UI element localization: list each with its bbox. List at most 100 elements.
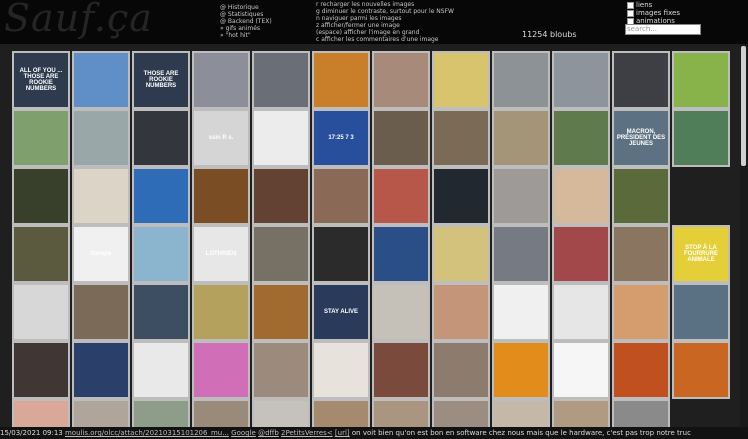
image-thumbnail[interactable] xyxy=(552,51,610,109)
nav-link-statistiques[interactable]: @ Statistiques xyxy=(220,11,272,18)
image-thumbnail[interactable]: 17:25 7 3 xyxy=(312,109,370,167)
image-thumbnail[interactable] xyxy=(252,109,310,167)
image-thumbnail[interactable] xyxy=(372,341,430,399)
image-thumbnail[interactable] xyxy=(132,283,190,341)
user-link-2petitsverres[interactable]: 2PetitsVerres< xyxy=(281,429,333,437)
image-thumbnail[interactable] xyxy=(132,109,190,167)
scrollbar-thumb[interactable] xyxy=(741,46,746,166)
image-thumbnail[interactable] xyxy=(72,51,130,109)
image-thumbnail[interactable] xyxy=(492,225,550,283)
attachment-link[interactable]: moulis.org/olcc/attach/20210315101206_mu… xyxy=(65,429,229,437)
image-thumbnail[interactable]: ALL OF YOU ... THOSE ARE ROOKIE NUMBERS xyxy=(12,51,70,109)
image-thumbnail[interactable] xyxy=(132,225,190,283)
image-thumbnail[interactable] xyxy=(192,167,250,225)
image-thumbnail[interactable] xyxy=(372,399,430,427)
image-thumbnail[interactable] xyxy=(672,341,730,399)
image-thumbnail[interactable] xyxy=(252,399,310,427)
image-thumbnail[interactable] xyxy=(372,51,430,109)
image-thumbnail[interactable] xyxy=(12,109,70,167)
image-thumbnail[interactable] xyxy=(72,109,130,167)
google-link[interactable]: Google xyxy=(231,429,256,437)
image-thumbnail[interactable] xyxy=(372,283,430,341)
image-thumbnail[interactable] xyxy=(132,341,190,399)
scrollbar[interactable] xyxy=(740,44,748,427)
image-thumbnail[interactable] xyxy=(492,109,550,167)
image-thumbnail[interactable] xyxy=(492,51,550,109)
site-logo[interactable]: Sauf.ça xyxy=(4,0,153,40)
search-input[interactable]: search... xyxy=(625,24,701,35)
image-thumbnail[interactable] xyxy=(192,283,250,341)
image-thumbnail[interactable] xyxy=(492,167,550,225)
option-images-fixes[interactable]: images fixes xyxy=(627,9,680,17)
image-thumbnail[interactable] xyxy=(552,225,610,283)
image-thumbnail[interactable] xyxy=(552,283,610,341)
image-thumbnail[interactable] xyxy=(312,51,370,109)
nav-link-gifs[interactable]: » gifs animés xyxy=(220,25,272,32)
image-thumbnail[interactable] xyxy=(432,399,490,427)
image-thumbnail[interactable] xyxy=(432,109,490,167)
image-thumbnail[interactable] xyxy=(672,283,730,341)
image-thumbnail[interactable] xyxy=(552,341,610,399)
image-thumbnail[interactable] xyxy=(612,341,670,399)
image-thumbnail[interactable] xyxy=(432,341,490,399)
image-thumbnail[interactable] xyxy=(612,283,670,341)
image-thumbnail[interactable] xyxy=(132,399,190,427)
option-liens[interactable]: liens xyxy=(627,1,680,9)
image-thumbnail[interactable]: Google xyxy=(72,225,130,283)
image-thumbnail[interactable]: ssin R s. xyxy=(192,109,250,167)
image-thumbnail[interactable] xyxy=(552,109,610,167)
checkbox-icon[interactable] xyxy=(627,1,634,9)
image-thumbnail[interactable] xyxy=(312,341,370,399)
image-thumbnail[interactable] xyxy=(132,167,190,225)
image-thumbnail[interactable] xyxy=(672,109,730,167)
image-thumbnail[interactable] xyxy=(492,399,550,427)
image-thumbnail[interactable] xyxy=(192,341,250,399)
checkbox-icon[interactable] xyxy=(627,9,634,17)
image-thumbnail[interactable] xyxy=(432,225,490,283)
image-thumbnail[interactable] xyxy=(72,167,130,225)
image-thumbnail[interactable] xyxy=(312,167,370,225)
image-thumbnail[interactable] xyxy=(612,167,670,225)
image-thumbnail[interactable] xyxy=(12,341,70,399)
image-thumbnail[interactable] xyxy=(72,399,130,427)
image-thumbnail[interactable] xyxy=(252,51,310,109)
user-link-dffb[interactable]: @dffb xyxy=(258,429,279,437)
image-thumbnail[interactable] xyxy=(492,341,550,399)
image-thumbnail[interactable] xyxy=(612,225,670,283)
image-thumbnail[interactable] xyxy=(192,51,250,109)
image-thumbnail[interactable] xyxy=(72,283,130,341)
image-thumbnail[interactable] xyxy=(372,167,430,225)
image-thumbnail[interactable] xyxy=(372,109,430,167)
image-thumbnail[interactable] xyxy=(312,225,370,283)
image-thumbnail[interactable] xyxy=(72,341,130,399)
image-thumbnail[interactable] xyxy=(192,399,250,427)
image-thumbnail[interactable] xyxy=(252,283,310,341)
image-thumbnail[interactable]: STAY ALIVE xyxy=(312,283,370,341)
image-thumbnail[interactable] xyxy=(432,283,490,341)
image-thumbnail[interactable] xyxy=(12,399,70,427)
image-thumbnail[interactable] xyxy=(12,167,70,225)
nav-link-hot-hit[interactable]: » "hot hit" xyxy=(220,32,272,39)
image-thumbnail[interactable] xyxy=(672,51,730,109)
nav-link-historique[interactable]: @ Historique xyxy=(220,4,272,11)
nav-link-backend[interactable]: @ Backend (TEX) xyxy=(220,18,272,25)
image-thumbnail[interactable] xyxy=(552,167,610,225)
image-thumbnail[interactable] xyxy=(492,283,550,341)
image-thumbnail[interactable] xyxy=(252,167,310,225)
url-link[interactable]: [url] xyxy=(335,429,350,437)
image-thumbnail[interactable] xyxy=(252,341,310,399)
image-thumbnail[interactable] xyxy=(612,51,670,109)
image-thumbnail[interactable] xyxy=(312,399,370,427)
image-thumbnail[interactable]: THOSE ARE ROOKIE NUMBERS xyxy=(132,51,190,109)
image-thumbnail[interactable]: STOP À LA FOURRURE ANIMALE xyxy=(672,225,730,283)
image-thumbnail[interactable] xyxy=(552,399,610,427)
image-thumbnail[interactable] xyxy=(12,225,70,283)
image-thumbnail[interactable]: MACRON, PRÉSIDENT DES JEUNES xyxy=(612,109,670,167)
image-thumbnail[interactable] xyxy=(372,225,430,283)
image-thumbnail[interactable] xyxy=(432,167,490,225)
image-thumbnail[interactable] xyxy=(432,51,490,109)
image-thumbnail[interactable] xyxy=(252,225,310,283)
image-thumbnail[interactable]: LOTHRIEN xyxy=(192,225,250,283)
image-thumbnail[interactable] xyxy=(612,399,670,427)
image-thumbnail[interactable] xyxy=(12,283,70,341)
